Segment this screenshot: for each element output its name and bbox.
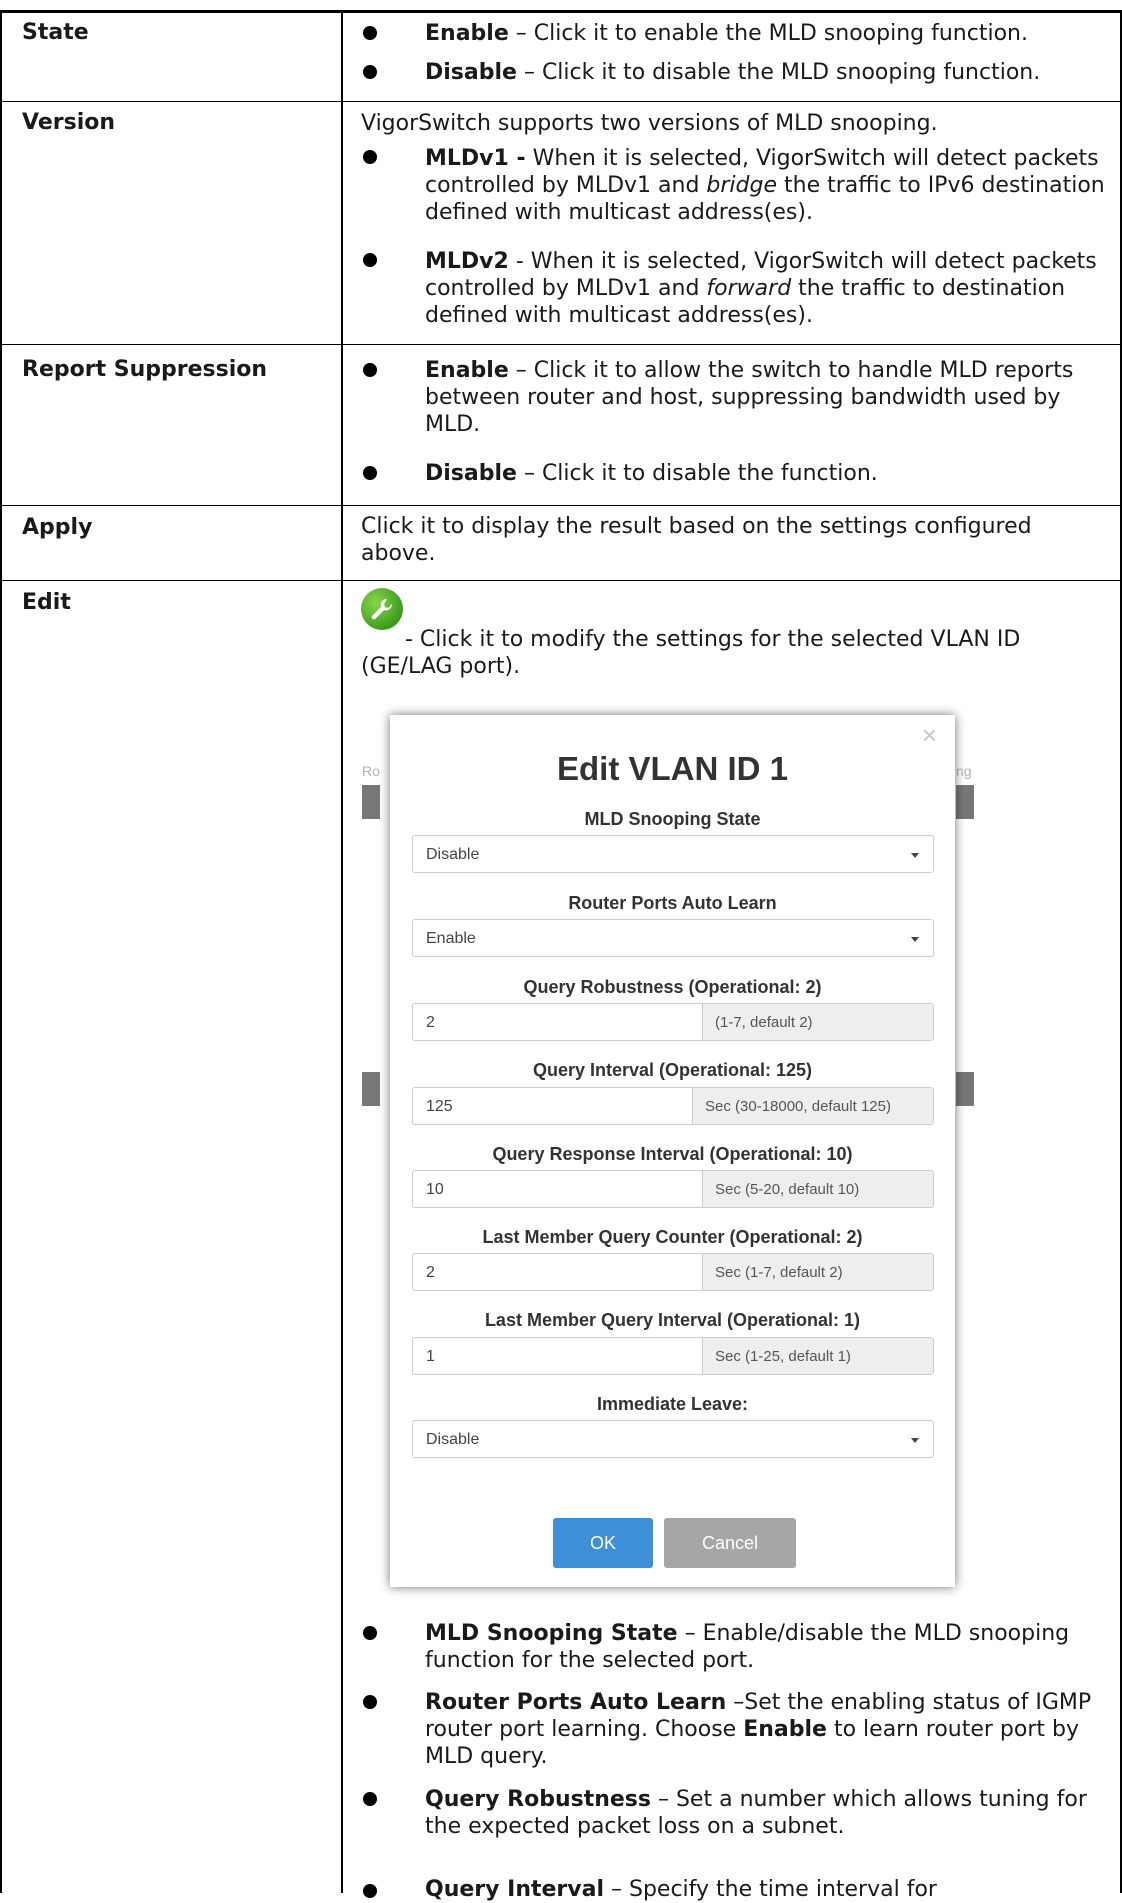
interval-hint: Sec (30-18000, default 125) (692, 1087, 934, 1125)
row-label-apply: Apply (22, 515, 93, 540)
edit-bullet-interval: Query Interval – Specify the time interv… (425, 1877, 937, 1902)
robustness-input[interactable]: 2 (412, 1003, 702, 1041)
immediate-leave-select[interactable]: Disable (412, 1420, 934, 1458)
robustness-input-group: 2 (1-7, default 2) (412, 1003, 934, 1041)
version-mldv1-desc: MLDv1 - When it is selected, VigorSwitch… (425, 146, 1105, 225)
bullet-icon (363, 253, 377, 267)
interval-input-group: 125 Sec (30-18000, default 125) (412, 1087, 934, 1125)
background-strip (956, 785, 974, 819)
background-strip (956, 1072, 974, 1106)
table-left-border (0, 10, 2, 1893)
field-label-lmq-interval: Last Member Query Interval (Operational:… (484, 1310, 861, 1330)
cancel-button[interactable]: Cancel (664, 1518, 796, 1568)
edit-vlan-dialog: × Edit VLAN ID 1 MLD Snooping State Disa… (390, 715, 955, 1587)
lmq-interval-input-group: 1 Sec (1-25, default 1) (412, 1337, 934, 1375)
bullet-icon (363, 1695, 377, 1709)
bullet-icon (363, 1884, 377, 1898)
chevron-down-icon (911, 853, 919, 858)
edit-bullet-auto-learn: Router Ports Auto Learn –Set the enablin… (425, 1690, 1092, 1769)
row-divider (0, 505, 1122, 506)
state-enable-desc: Enable – Click it to enable the MLD snoo… (425, 21, 1028, 46)
lmq-counter-input-group: 2 Sec (1-7, default 2) (412, 1253, 934, 1291)
lmq-counter-input[interactable]: 2 (412, 1253, 702, 1291)
interval-input[interactable]: 125 (412, 1087, 692, 1125)
chevron-down-icon (911, 937, 919, 942)
row-divider (0, 344, 1122, 345)
background-text: Ro (362, 763, 380, 779)
bullet-icon (363, 466, 377, 480)
bullet-icon (363, 150, 377, 164)
edit-icon-desc: - Click it to modify the settings for th… (361, 627, 1021, 679)
field-label-immediate-leave: Immediate Leave: (596, 1394, 749, 1414)
background-strip (362, 1072, 380, 1106)
field-label-auto-learn: Router Ports Auto Learn (568, 893, 777, 913)
chevron-down-icon (911, 1438, 919, 1443)
background-text: ng (956, 763, 972, 779)
select-value: Disable (426, 846, 480, 863)
edit-bullet-robustness: Query Robustness – Set a number which al… (425, 1787, 1087, 1839)
table-top-border (0, 10, 1122, 13)
row-divider (0, 101, 1122, 102)
response-input-group: 10 Sec (5-20, default 10) (412, 1170, 934, 1208)
table-column-divider (341, 10, 343, 1893)
row-label-version: Version (22, 110, 116, 135)
robustness-hint: (1-7, default 2) (702, 1003, 934, 1041)
bullet-icon (363, 363, 377, 377)
report-disable-desc: Disable – Click it to disable the functi… (425, 461, 878, 486)
wrench-icon[interactable] (361, 588, 403, 630)
apply-desc: Click it to display the result based on … (361, 514, 1032, 566)
bullet-icon (363, 1626, 377, 1640)
field-label-robustness: Query Robustness (Operational: 2) (523, 977, 822, 997)
row-divider (0, 580, 1122, 581)
select-value: Enable (426, 930, 476, 947)
response-input[interactable]: 10 (412, 1170, 702, 1208)
version-mldv2-desc: MLDv2 - When it is selected, VigorSwitch… (425, 249, 1097, 328)
close-icon[interactable]: × (922, 720, 937, 751)
bullet-icon (363, 1792, 377, 1806)
select-value: Disable (426, 1431, 480, 1448)
field-label-response: Query Response Interval (Operational: 10… (492, 1144, 853, 1164)
lmq-interval-input[interactable]: 1 (412, 1337, 702, 1375)
row-label-state: State (22, 20, 89, 45)
background-strip (362, 785, 380, 819)
edit-bullet-snooping-state: MLD Snooping State – Enable/disable the … (425, 1621, 1070, 1673)
field-label-snooping-state: MLD Snooping State (584, 809, 761, 829)
version-intro: VigorSwitch supports two versions of MLD… (361, 111, 938, 136)
field-label-interval: Query Interval (Operational: 125) (532, 1060, 813, 1080)
field-label-lmq-counter: Last Member Query Counter (Operational: … (482, 1227, 863, 1247)
dialog-title: Edit VLAN ID 1 (556, 750, 789, 787)
report-enable-desc: Enable – Click it to allow the switch to… (425, 358, 1074, 437)
response-hint: Sec (5-20, default 10) (702, 1170, 934, 1208)
ok-button[interactable]: OK (553, 1518, 653, 1568)
row-label-edit: Edit (22, 590, 71, 615)
row-label-report-suppression: Report Suppression (22, 357, 268, 382)
snooping-state-select[interactable]: Disable (412, 835, 934, 873)
auto-learn-select[interactable]: Enable (412, 919, 934, 957)
lmq-counter-hint: Sec (1-7, default 2) (702, 1253, 934, 1291)
state-disable-desc: Disable – Click it to disable the MLD sn… (425, 60, 1041, 85)
bullet-icon (363, 26, 377, 40)
bullet-icon (363, 65, 377, 79)
lmq-interval-hint: Sec (1-25, default 1) (702, 1337, 934, 1375)
